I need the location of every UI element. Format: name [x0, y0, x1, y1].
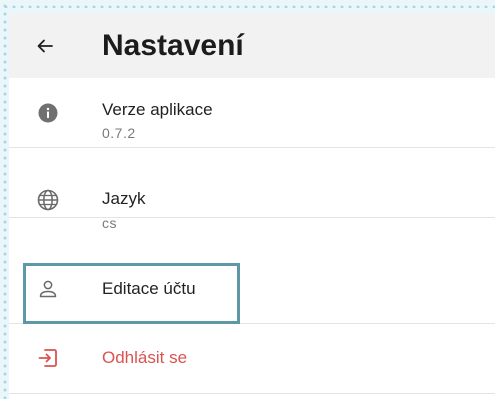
settings-item-value: cs: [102, 215, 117, 231]
settings-item-logout[interactable]: Odhlásit se: [9, 324, 495, 394]
app-header: Nastavení: [9, 14, 495, 78]
logout-icon: [37, 347, 59, 369]
settings-item-label: Verze aplikace: [102, 100, 213, 119]
arrow-left-icon: [37, 39, 53, 53]
settings-item-language[interactable]: Jazyk cs: [9, 148, 495, 231]
settings-item-account-edit[interactable]: Editace účtu: [9, 254, 495, 324]
settings-item-label: Jazyk: [102, 189, 146, 208]
dotted-frame-left: [0, 0, 8, 399]
globe-icon: [37, 189, 59, 211]
settings-screen: Nastavení Verze aplikace 0.7.2 Jazyk cs: [9, 14, 495, 399]
back-button[interactable]: [31, 32, 59, 60]
settings-item-version[interactable]: Verze aplikace 0.7.2: [9, 78, 495, 148]
info-icon: [37, 102, 59, 124]
settings-item-label: Odhlásit se: [102, 348, 188, 367]
user-icon: [37, 278, 59, 300]
dotted-frame-top: [0, 0, 495, 8]
page-title: Nastavení: [102, 29, 244, 62]
settings-item-value: 0.7.2: [102, 125, 136, 141]
settings-item-label: Editace účtu: [102, 279, 196, 298]
